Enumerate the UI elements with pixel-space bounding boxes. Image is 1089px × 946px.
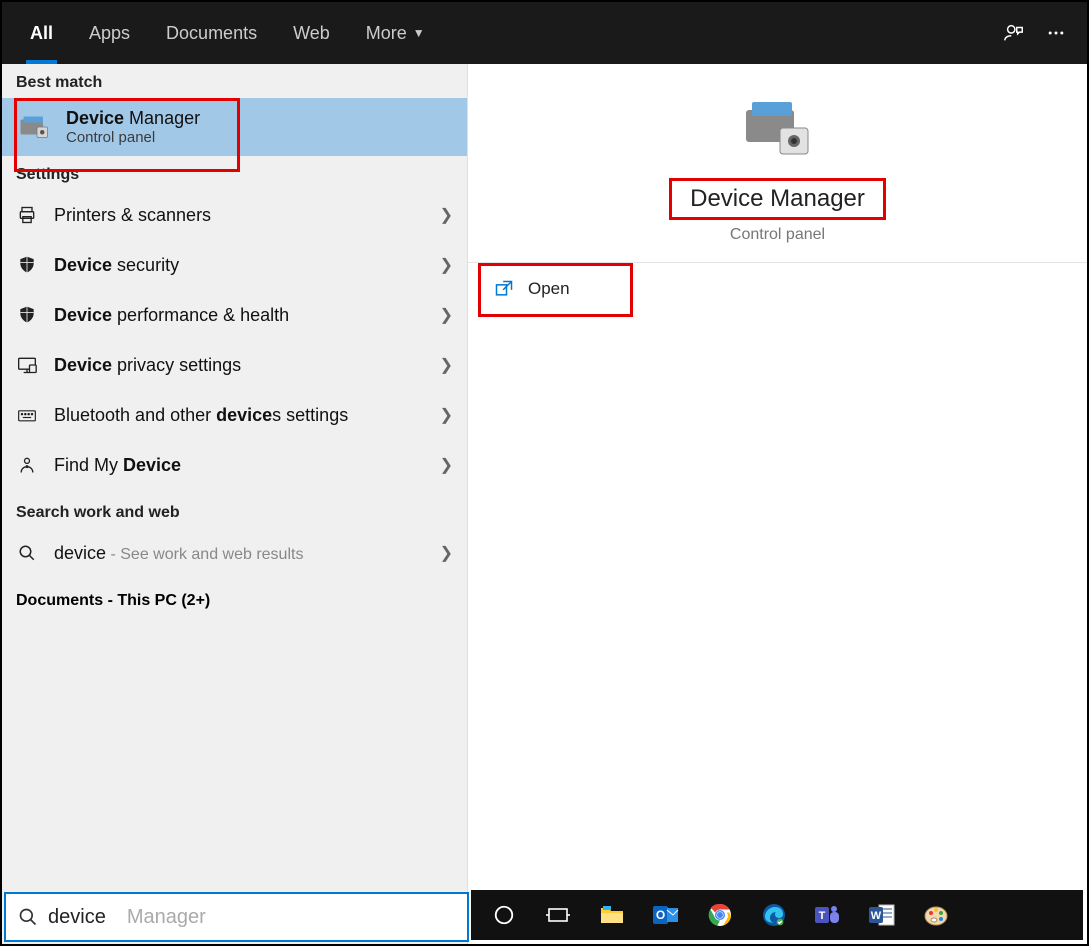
open-action[interactable]: Open (468, 263, 1087, 315)
documents-header: Documents - This PC (2+) (2, 578, 467, 624)
chevron-down-icon: ▼ (413, 26, 425, 40)
paint-button[interactable] (911, 893, 961, 937)
settings-row[interactable]: Device performance & health ❯ (2, 290, 467, 340)
chevron-right-icon: ❯ (440, 455, 453, 475)
keyboard-icon (16, 405, 38, 425)
svg-text:W: W (871, 910, 882, 922)
best-match-title-rest: Manager (124, 108, 200, 128)
web-search-term: device (54, 543, 106, 563)
bottom-row: device Manager O T W (4, 892, 1085, 942)
best-match-subtitle: Control panel (66, 129, 200, 146)
feedback-icon[interactable] (993, 2, 1035, 64)
settings-row[interactable]: Device privacy settings ❯ (2, 340, 467, 390)
tab-label: Web (293, 23, 330, 44)
content-area: Best match Device Manager Control panel … (2, 64, 1087, 944)
preview-subtitle: Control panel (730, 226, 825, 244)
settings-label: Bluetooth and other devices settings (54, 405, 424, 426)
chevron-right-icon: ❯ (440, 305, 453, 325)
tab-label: All (30, 23, 53, 44)
best-match-title-bold: Device (66, 108, 124, 128)
outlook-button[interactable]: O (641, 893, 691, 937)
settings-row[interactable]: Device security ❯ (2, 240, 467, 290)
person-icon (16, 455, 38, 475)
open-icon (494, 279, 514, 299)
settings-label: Device privacy settings (54, 355, 424, 376)
settings-label: Device security (54, 255, 424, 276)
chevron-right-icon: ❯ (440, 255, 453, 275)
preview-panel: Device Manager Control panel Open (467, 64, 1087, 944)
printer-icon (16, 205, 38, 225)
settings-list: Printers & scanners❯Device security❯Devi… (2, 190, 467, 490)
preview-title: Device Manager (690, 185, 865, 213)
word-button[interactable]: W (857, 893, 907, 937)
best-match-item[interactable]: Device Manager Control panel (2, 98, 467, 156)
settings-row[interactable]: Bluetooth and other devices settings ❯ (2, 390, 467, 440)
best-match-header: Best match (2, 64, 467, 98)
highlight-box: Device Manager (669, 178, 886, 220)
settings-label: Printers & scanners (54, 205, 424, 226)
chevron-right-icon: ❯ (440, 405, 453, 425)
more-options-icon[interactable] (1035, 2, 1077, 64)
device-manager-large-icon (738, 92, 818, 162)
cortana-button[interactable] (479, 893, 529, 937)
search-ghost-text: Manager (127, 906, 206, 929)
tab-web[interactable]: Web (275, 2, 348, 64)
device-manager-icon (16, 109, 52, 145)
search-icon (16, 544, 38, 562)
search-tabs: All Apps Documents Web More ▼ (2, 2, 1087, 64)
svg-text:T: T (819, 910, 826, 922)
tab-label: Apps (89, 23, 130, 44)
tab-all[interactable]: All (12, 2, 71, 64)
search-icon (18, 907, 38, 927)
search-input[interactable]: device Manager (4, 892, 469, 942)
search-work-web-header: Search work and web (2, 490, 467, 528)
monitor-icon (16, 355, 38, 375)
settings-label: Device performance & health (54, 305, 424, 326)
tab-label: More (366, 23, 407, 44)
edge-button[interactable] (749, 893, 799, 937)
settings-row[interactable]: Find My Device ❯ (2, 440, 467, 490)
open-label: Open (528, 279, 570, 299)
settings-row[interactable]: Printers & scanners ❯ (2, 190, 467, 240)
settings-label: Find My Device (54, 455, 424, 476)
shield-icon (16, 255, 38, 275)
search-typed-text: device (48, 906, 106, 929)
best-match-text: Device Manager Control panel (66, 108, 200, 146)
taskbar: O T W (471, 890, 1083, 940)
shield-icon (16, 305, 38, 325)
file-explorer-button[interactable] (587, 893, 637, 937)
tab-documents[interactable]: Documents (148, 2, 275, 64)
chevron-right-icon: ❯ (440, 205, 453, 225)
tab-apps[interactable]: Apps (71, 2, 148, 64)
chevron-right-icon: ❯ (440, 355, 453, 375)
teams-button[interactable]: T (803, 893, 853, 937)
search-window: All Apps Documents Web More ▼ Best match … (0, 0, 1089, 946)
settings-header: Settings (2, 156, 467, 190)
web-search-label: device - See work and web results (54, 543, 424, 564)
preview-header: Device Manager Control panel (468, 64, 1087, 263)
svg-text:O: O (656, 908, 665, 922)
results-panel: Best match Device Manager Control panel … (2, 64, 467, 944)
chrome-button[interactable] (695, 893, 745, 937)
web-search-row[interactable]: device - See work and web results ❯ (2, 528, 467, 578)
tab-more[interactable]: More ▼ (348, 2, 443, 64)
taskview-button[interactable] (533, 893, 583, 937)
web-search-hint: - See work and web results (106, 546, 303, 563)
tab-label: Documents (166, 23, 257, 44)
chevron-right-icon: ❯ (440, 543, 453, 563)
